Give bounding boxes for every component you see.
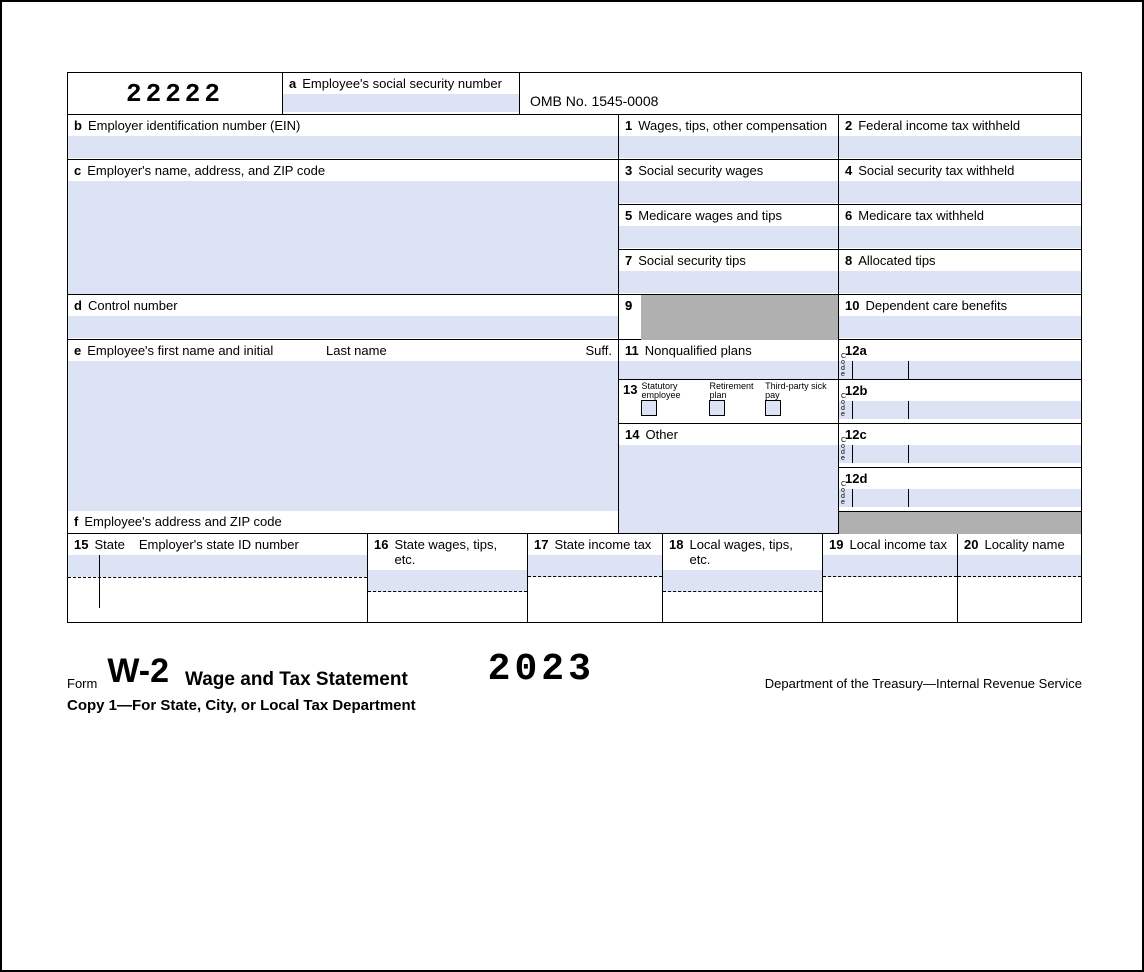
box-7-input[interactable] xyxy=(619,271,838,293)
box-12a: 12a Code xyxy=(839,340,1081,380)
box-b-input[interactable] xyxy=(68,136,618,158)
chk-statutory[interactable] xyxy=(641,400,657,416)
box-8: 8Allocated tips xyxy=(839,250,1081,295)
box-12a-input[interactable] xyxy=(839,361,1081,379)
dept-label: Department of the Treasury—Internal Reve… xyxy=(765,676,1082,691)
box-e-suff-input[interactable] xyxy=(573,361,618,379)
box-15-state-input-2[interactable] xyxy=(68,578,100,608)
box-3-input[interactable] xyxy=(619,181,838,203)
box-b: bEmployer identification number (EIN) xyxy=(68,115,619,160)
box-12c-input[interactable] xyxy=(839,445,1081,463)
box-15-ein-input-1[interactable] xyxy=(100,555,367,577)
box-c-input[interactable] xyxy=(68,181,618,294)
gray-below-12d xyxy=(839,512,1081,534)
box-11: 11Nonqualified plans xyxy=(619,340,839,380)
form-year: 2023 xyxy=(488,648,595,691)
box-a: aEmployee's social security number xyxy=(283,73,520,115)
code-22222: 22222 xyxy=(68,73,283,115)
chk-sickpay[interactable] xyxy=(765,400,781,416)
box-15-state-input-1[interactable] xyxy=(68,555,100,577)
box-20-input-2[interactable] xyxy=(958,577,1081,607)
box-5: 5Medicare wages and tips xyxy=(619,205,839,250)
box-19-input-1[interactable] xyxy=(823,555,957,577)
box-19-input-2[interactable] xyxy=(823,577,957,607)
box-12c: 12c Code xyxy=(839,424,1081,468)
form-footer: Form W-2 Wage and Tax Statement 2023 Dep… xyxy=(67,648,1082,714)
page-frame: 22222 aEmployee's social security number… xyxy=(0,0,1144,972)
box-d: dControl number xyxy=(68,295,619,340)
box-17-input-2[interactable] xyxy=(528,577,662,607)
box-17-input-1[interactable] xyxy=(528,555,662,577)
box-12d: 12d Code xyxy=(839,468,1081,512)
box-12b: 12b Code xyxy=(839,380,1081,424)
box-8-input[interactable] xyxy=(839,271,1081,293)
box-4: 4Social security tax withheld xyxy=(839,160,1081,205)
form-w2: 22222 aEmployee's social security number… xyxy=(67,72,1082,623)
box-18-input-1[interactable] xyxy=(663,570,822,592)
box-10-input[interactable] xyxy=(839,316,1081,338)
box-9: 9 9 xyxy=(619,295,839,340)
copy-label: Copy 1—For State, City, or Local Tax Dep… xyxy=(67,697,1082,714)
box-6: 6Medicare tax withheld xyxy=(839,205,1081,250)
form-name: W-2 xyxy=(107,652,169,691)
box-2: 2Federal income tax withheld xyxy=(839,115,1081,160)
box-13: 13 Statutory employee Retirement plan xyxy=(619,380,839,424)
box-e-address-fill[interactable] xyxy=(68,379,618,511)
box-18-input-2[interactable] xyxy=(663,592,822,622)
box-12b-input[interactable] xyxy=(839,401,1081,419)
form-label: Form xyxy=(67,676,97,691)
box-10: 10Dependent care benefits xyxy=(839,295,1081,340)
box-3: 3Social security wages xyxy=(619,160,839,205)
box-6-input[interactable] xyxy=(839,226,1081,248)
box-14-input[interactable] xyxy=(619,445,838,533)
box-1-input[interactable] xyxy=(619,136,838,158)
box-15-ein-input-2[interactable] xyxy=(100,578,367,608)
box-f-label: Employee's address and ZIP code xyxy=(84,514,281,529)
box-16-input-1[interactable] xyxy=(368,570,527,592)
box-c: cEmployer's name, address, and ZIP code xyxy=(68,160,619,295)
box-1: 1Wages, tips, other compensation xyxy=(619,115,839,160)
box-16-input-2[interactable] xyxy=(368,592,527,622)
box-4-input[interactable] xyxy=(839,181,1081,203)
box-14: 14Other xyxy=(619,424,839,534)
box-e-first-input[interactable] xyxy=(68,361,320,379)
box-2-input[interactable] xyxy=(839,136,1081,158)
box-12d-input[interactable] xyxy=(839,489,1081,507)
box-5-input[interactable] xyxy=(619,226,838,248)
box-a-input[interactable] xyxy=(283,94,519,112)
box-11-input[interactable] xyxy=(619,361,838,379)
box-7: 7Social security tips xyxy=(619,250,839,295)
box-e-last-input[interactable] xyxy=(320,361,573,379)
omb-label: OMB No. 1545-0008 xyxy=(520,73,1081,115)
form-title: Wage and Tax Statement xyxy=(185,669,408,691)
box-d-input[interactable] xyxy=(68,316,618,338)
chk-retirement[interactable] xyxy=(709,400,725,416)
box-20-input-1[interactable] xyxy=(958,555,1081,577)
